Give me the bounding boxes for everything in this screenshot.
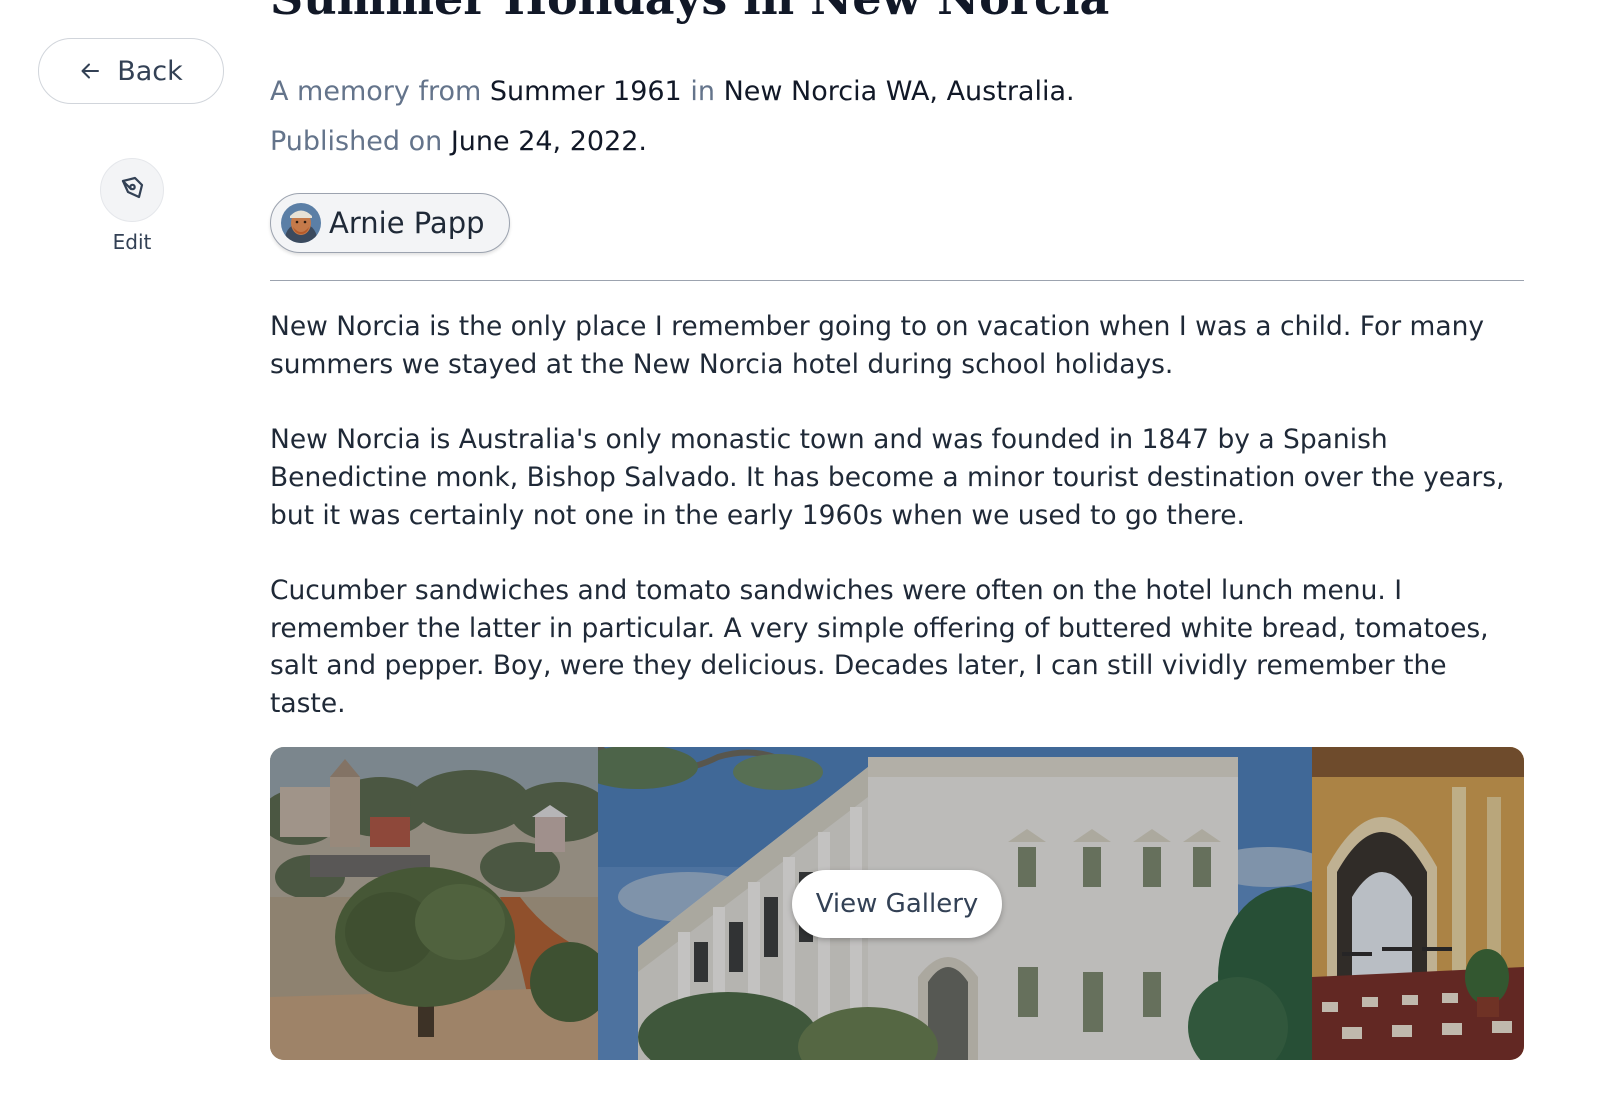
memory-body: New Norcia is the only place I remember … (270, 308, 1510, 760)
memory-meta: A memory from Summer 1961 in New Norcia … (270, 72, 1075, 112)
meta-in: in (690, 76, 715, 107)
author-name: Arnie Papp (329, 206, 485, 240)
veranda-photo (1312, 747, 1524, 1060)
photo-gallery[interactable]: View Gallery (270, 747, 1524, 1060)
pen-nib-icon (119, 175, 145, 205)
memory-season: Summer 1961 (489, 76, 682, 107)
memory-page: Back Edit Summer Holidays in New Norcia … (0, 0, 1600, 1120)
memory-location: New Norcia WA, Australia. (723, 76, 1075, 107)
published-prefix: Published on (270, 126, 443, 157)
body-paragraph: New Norcia is the only place I remember … (270, 311, 1485, 380)
edit-label: Edit (112, 230, 152, 254)
divider (270, 280, 1524, 281)
edit-action: Edit (84, 158, 180, 254)
landscape-photo (270, 747, 598, 1060)
author-chip[interactable]: Arnie Papp (270, 193, 510, 253)
memory-title: Summer Holidays in New Norcia (270, 0, 1109, 34)
body-paragraph: Cucumber sandwiches and tomato sandwiche… (270, 574, 1489, 719)
edit-button[interactable] (100, 158, 164, 222)
back-button-label: Back (117, 55, 183, 87)
published-date: June 24, 2022. (450, 126, 648, 157)
back-button[interactable]: Back (38, 38, 224, 104)
avatar (281, 203, 321, 243)
view-gallery-button[interactable]: View Gallery (792, 870, 1002, 938)
body-paragraph: New Norcia is Australia's only monastic … (270, 424, 1505, 531)
published-line: Published on June 24, 2022. (270, 122, 647, 162)
arrow-left-icon (79, 60, 101, 82)
meta-prefix: A memory from (270, 76, 482, 107)
